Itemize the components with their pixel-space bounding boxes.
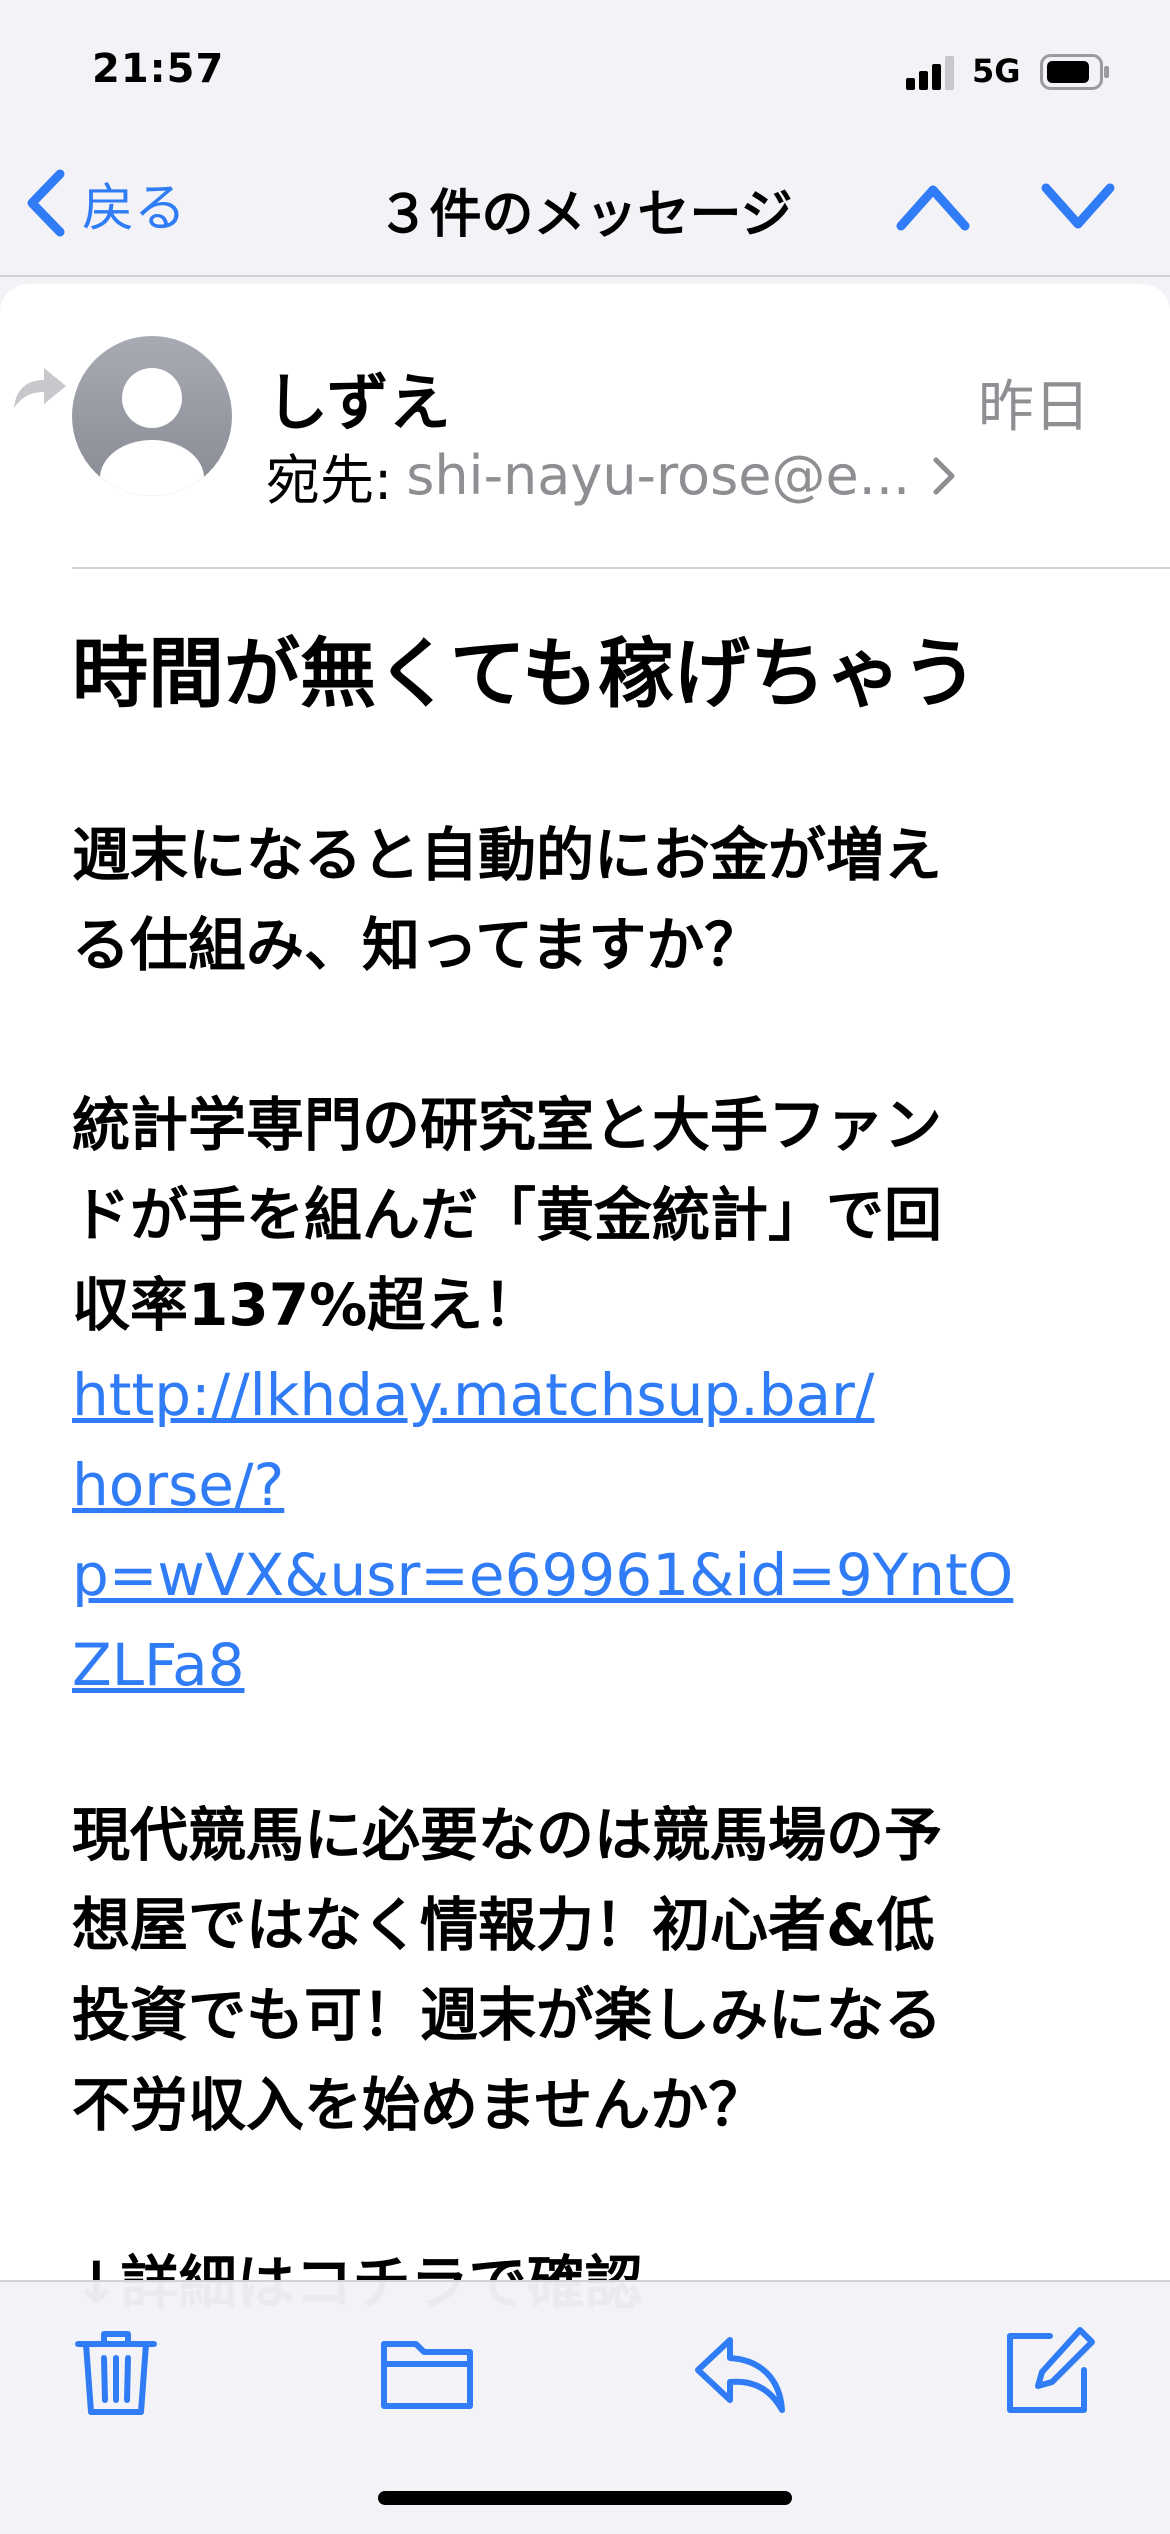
message-subject: 時間が無くても稼げちゃう bbox=[72, 629, 978, 718]
chevron-up-icon[interactable] bbox=[895, 180, 971, 234]
page-title-text: ３件のメッセージ bbox=[377, 185, 793, 245]
sender-name[interactable]: しずえ bbox=[266, 352, 451, 442]
home-indicator bbox=[378, 2491, 792, 2505]
forwarded-icon bbox=[14, 368, 66, 408]
recipient-label: 宛先: bbox=[266, 449, 393, 512]
chevron-down-icon[interactable] bbox=[1040, 180, 1116, 234]
status-time: 21:57 bbox=[92, 46, 225, 92]
folder-icon[interactable] bbox=[378, 2322, 478, 2422]
avatar[interactable] bbox=[72, 336, 232, 496]
recipient-address: shi-nayu-rose@e... bbox=[406, 444, 911, 507]
navigation-bar: 戻る ３件のメッセージ bbox=[0, 140, 1170, 277]
network-type: 5G bbox=[972, 52, 1021, 90]
page-title: ３件のメッセージ bbox=[0, 172, 1170, 247]
reply-icon[interactable] bbox=[690, 2322, 790, 2422]
recipient-row[interactable]: 宛先: shi-nayu-rose@e... bbox=[266, 436, 956, 515]
status-bar: 21:57 5G bbox=[0, 0, 1170, 140]
signal-icon bbox=[906, 56, 954, 90]
trash-icon[interactable] bbox=[66, 2322, 166, 2422]
body-paragraph-1: 週末になると自動的にお金が増え る仕組み、知ってますか？ bbox=[72, 821, 943, 979]
body-paragraph-2: 統計学専門の研究室と大手ファン ドが手を組んだ「黄金統計」で回 収率137%超え… bbox=[72, 1091, 943, 1339]
chevron-right-icon bbox=[933, 457, 955, 494]
message-date: 昨日 bbox=[978, 375, 1090, 440]
body-paragraph-3: 現代競馬に必要なのは競馬場の予 想屋ではなく情報力！初心者&低 投資でも可！週末… bbox=[72, 1801, 943, 2139]
header-divider bbox=[72, 567, 1170, 569]
battery-icon bbox=[1040, 54, 1109, 90]
message-link[interactable]: http://lkhday.matchsup.bar/ horse/? p=wV… bbox=[72, 1350, 1013, 1710]
person-icon bbox=[100, 368, 204, 496]
compose-icon[interactable] bbox=[1000, 2322, 1100, 2422]
